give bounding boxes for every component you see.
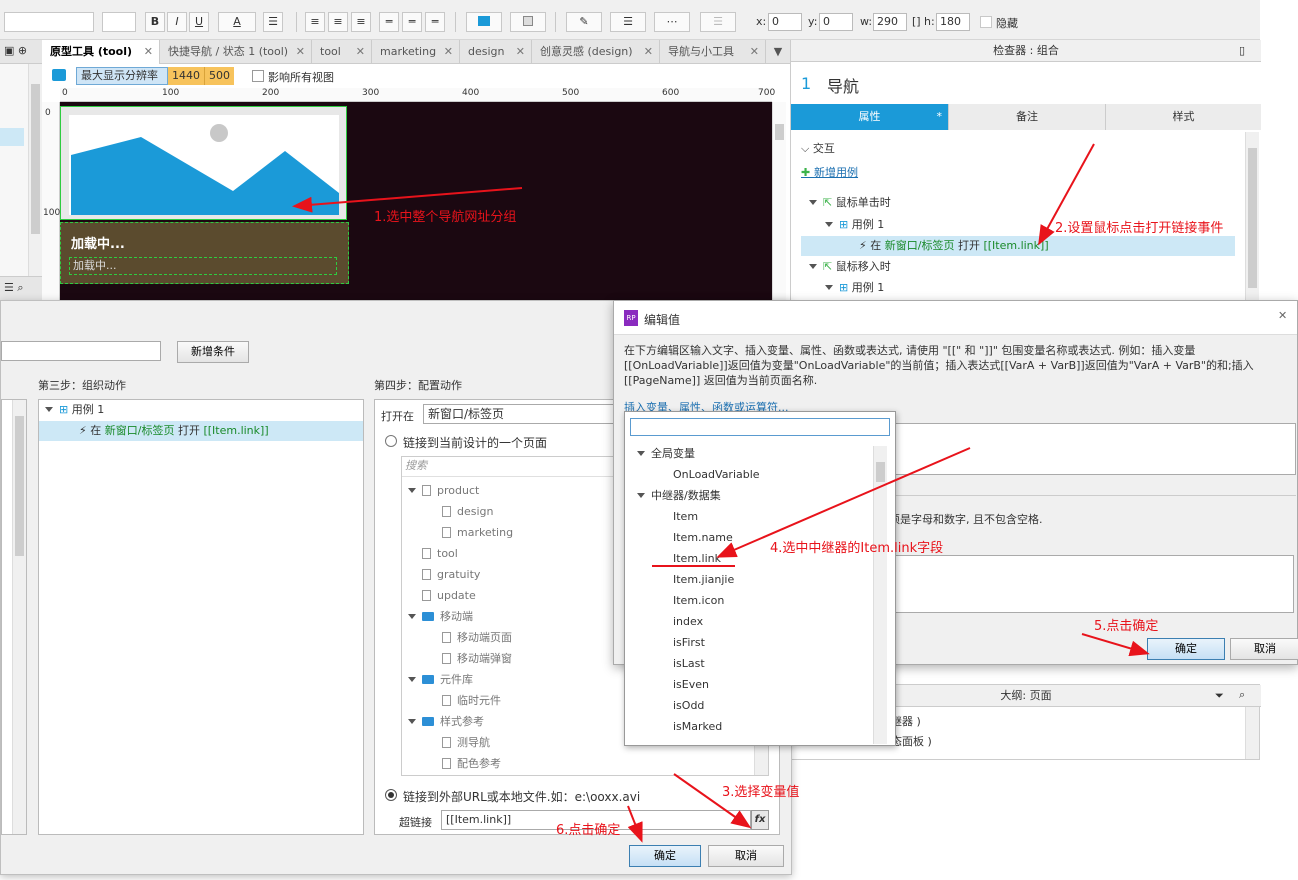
annotation-6: 6.点击确定 bbox=[556, 823, 621, 838]
annotation-3: 3.选择变量值 bbox=[722, 785, 800, 800]
annotation-arrows bbox=[292, 143, 1150, 843]
annotation-1: 1.选中整个导航网址分组 bbox=[374, 210, 517, 225]
annotation-5: 5.点击确定 bbox=[1094, 619, 1159, 634]
annotation-4: 4.选中中继器的Item.link字段 bbox=[770, 541, 944, 556]
annotation-2: 2.设置鼠标点击打开链接事件 bbox=[1055, 221, 1224, 236]
